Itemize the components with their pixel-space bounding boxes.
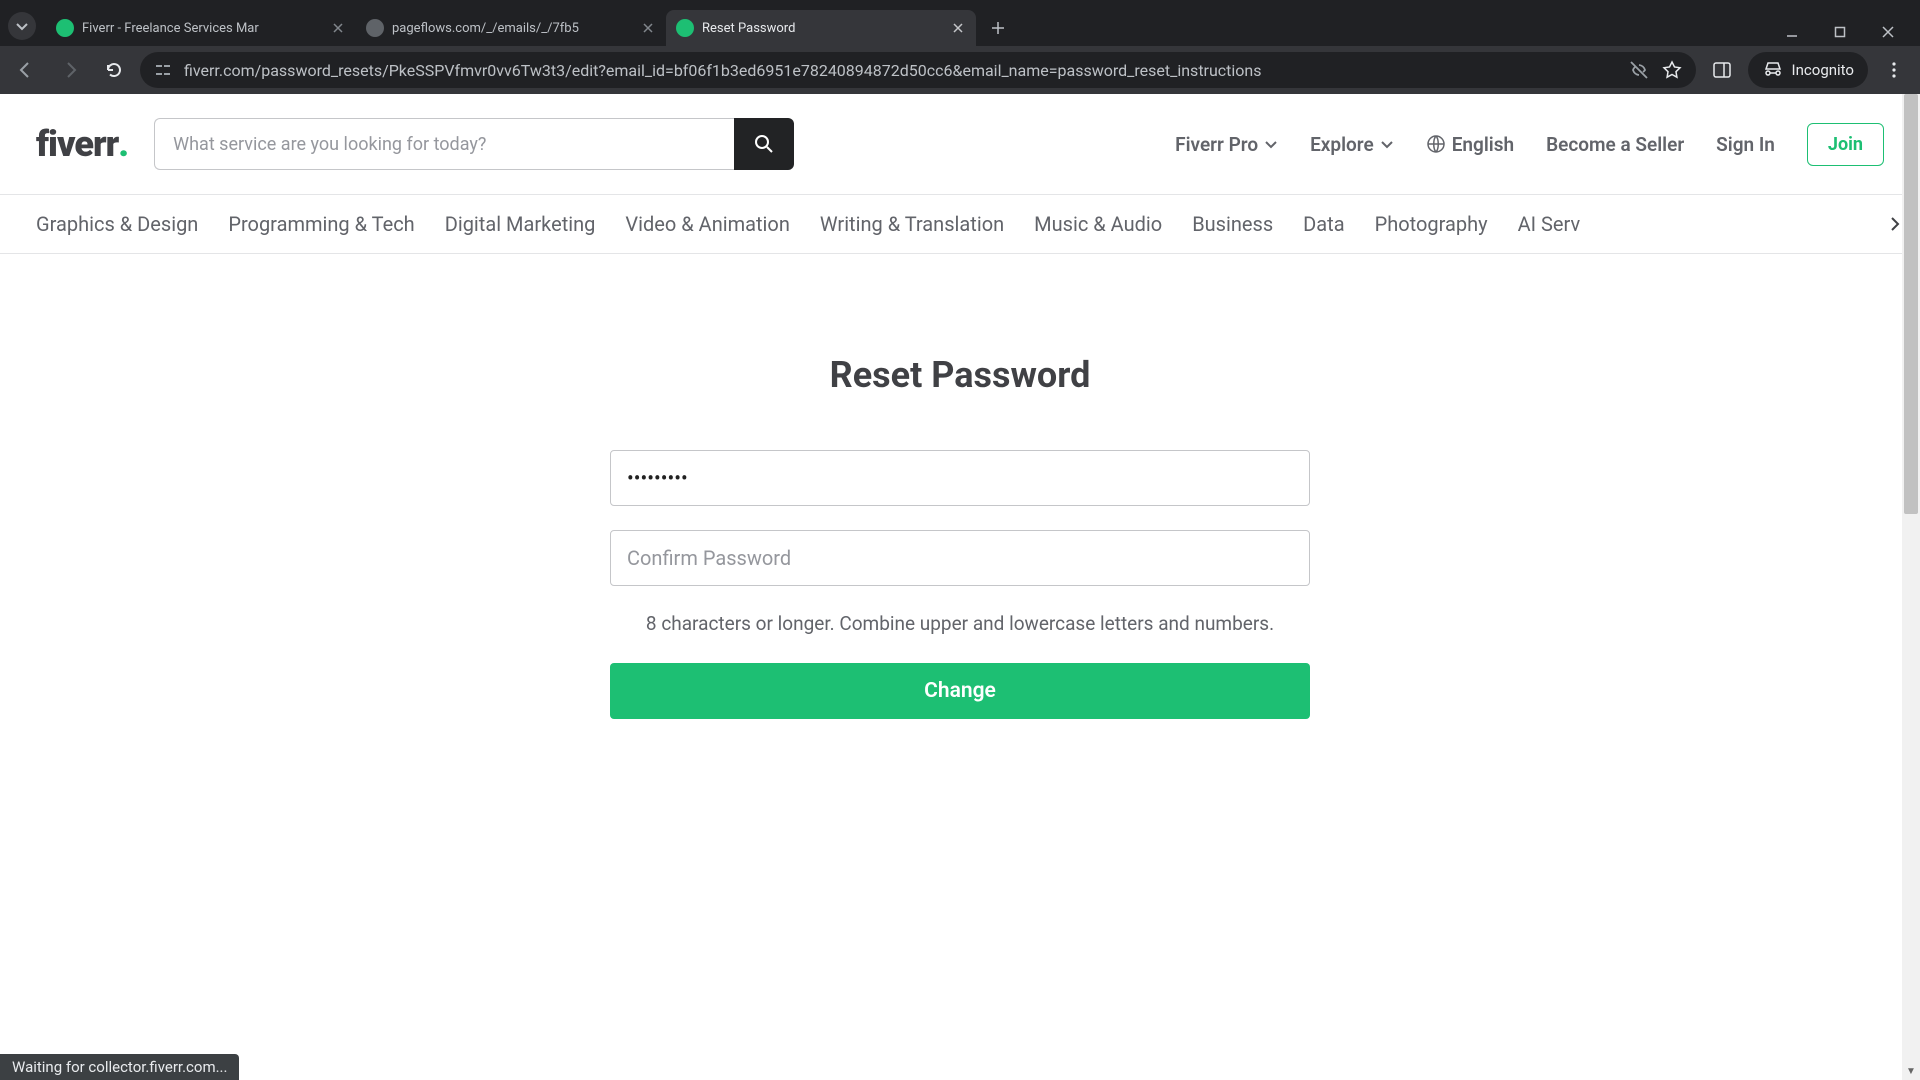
search-form bbox=[154, 118, 794, 170]
panel-icon bbox=[1712, 60, 1732, 80]
browser-tab-active[interactable]: Reset Password bbox=[666, 10, 976, 46]
close-icon bbox=[643, 23, 653, 33]
explore-label: Explore bbox=[1310, 133, 1374, 156]
close-icon bbox=[1882, 26, 1894, 38]
fiverr-pro-menu[interactable]: Fiverr Pro bbox=[1175, 133, 1278, 156]
search-input[interactable] bbox=[154, 118, 734, 170]
browser-menu-button[interactable] bbox=[1876, 52, 1912, 88]
search-button[interactable] bbox=[734, 118, 794, 170]
favicon-fiverr-icon bbox=[676, 19, 694, 37]
tab-strip: Fiverr - Freelance Services Mar pageflow… bbox=[0, 0, 1920, 46]
tab-search-button[interactable] bbox=[8, 12, 36, 40]
url-text: fiverr.com/password_resets/PkeSSPVfmvr0v… bbox=[184, 61, 1616, 80]
password-hint: 8 characters or longer. Combine upper an… bbox=[646, 612, 1274, 635]
incognito-indicator[interactable]: Incognito bbox=[1748, 52, 1868, 88]
category-link[interactable]: Video & Animation bbox=[625, 212, 789, 236]
incognito-label: Incognito bbox=[1792, 61, 1854, 79]
category-link[interactable]: Digital Marketing bbox=[445, 212, 596, 236]
minimize-button[interactable] bbox=[1782, 26, 1802, 38]
language-selector[interactable]: English bbox=[1426, 133, 1514, 156]
logo-text: fiverr bbox=[36, 123, 118, 165]
favicon-pageflows-icon bbox=[366, 19, 384, 37]
favicon-fiverr-icon bbox=[56, 19, 74, 37]
close-icon bbox=[333, 23, 343, 33]
tab-title: pageflows.com/_/emails/_/7fb5 bbox=[392, 21, 632, 36]
site-header: fiverr. Fiverr Pro Explore English Becom… bbox=[0, 94, 1920, 194]
header-actions: Fiverr Pro Explore English Become a Sell… bbox=[1175, 123, 1884, 166]
maximize-button[interactable] bbox=[1830, 26, 1850, 38]
fiverr-pro-label: Fiverr Pro bbox=[1175, 133, 1258, 156]
reload-icon bbox=[104, 60, 124, 80]
join-button[interactable]: Join bbox=[1807, 123, 1884, 166]
sign-in-link[interactable]: Sign In bbox=[1716, 133, 1775, 156]
tab-close-button[interactable] bbox=[640, 20, 656, 36]
browser-status-bar: Waiting for collector.fiverr.com... bbox=[0, 1054, 239, 1080]
page-content: fiverr. Fiverr Pro Explore English Becom… bbox=[0, 94, 1920, 1080]
join-label: Join bbox=[1828, 134, 1863, 155]
new-tab-button[interactable] bbox=[984, 14, 1012, 42]
tab-title: Fiverr - Freelance Services Mar bbox=[82, 21, 322, 36]
back-button[interactable] bbox=[8, 52, 44, 88]
category-link[interactable]: Programming & Tech bbox=[228, 212, 414, 236]
explore-menu[interactable]: Explore bbox=[1310, 133, 1394, 156]
password-input[interactable] bbox=[610, 450, 1310, 506]
close-icon bbox=[953, 23, 963, 33]
page-title: Reset Password bbox=[830, 354, 1091, 396]
bookmark-star-icon[interactable] bbox=[1662, 60, 1682, 80]
vertical-scrollbar[interactable]: ▲ ▼ bbox=[1902, 94, 1920, 1080]
scrollbar-thumb[interactable] bbox=[1904, 94, 1918, 514]
category-bar: Graphics & Design Programming & Tech Dig… bbox=[0, 194, 1920, 254]
tab-title: Reset Password bbox=[702, 21, 942, 36]
category-link[interactable]: AI Serv bbox=[1518, 212, 1581, 236]
minimize-icon bbox=[1786, 26, 1798, 38]
scroll-down-arrow[interactable]: ▼ bbox=[1902, 1062, 1920, 1080]
maximize-icon bbox=[1834, 26, 1846, 38]
tab-close-button[interactable] bbox=[950, 20, 966, 36]
fiverr-logo[interactable]: fiverr. bbox=[36, 123, 128, 165]
browser-toolbar: fiverr.com/password_resets/PkeSSPVfmvr0v… bbox=[0, 46, 1920, 94]
confirm-password-input[interactable] bbox=[610, 530, 1310, 586]
browser-tab[interactable]: Fiverr - Freelance Services Mar bbox=[46, 10, 356, 46]
globe-icon bbox=[1426, 134, 1446, 154]
forward-button[interactable] bbox=[52, 52, 88, 88]
chevron-down-icon bbox=[1264, 137, 1278, 151]
incognito-icon bbox=[1762, 59, 1784, 81]
logo-dot: . bbox=[118, 123, 128, 165]
tab-close-button[interactable] bbox=[330, 20, 346, 36]
sign-in-label: Sign In bbox=[1716, 133, 1775, 156]
site-settings-icon bbox=[154, 61, 172, 79]
close-window-button[interactable] bbox=[1878, 26, 1898, 38]
eye-off-icon[interactable] bbox=[1628, 59, 1650, 81]
chevron-down-icon bbox=[1380, 137, 1394, 151]
category-link[interactable]: Data bbox=[1303, 212, 1344, 236]
browser-chrome: Fiverr - Freelance Services Mar pageflow… bbox=[0, 0, 1920, 94]
search-icon bbox=[753, 133, 775, 155]
arrow-right-icon bbox=[60, 60, 80, 80]
category-link[interactable]: Music & Audio bbox=[1034, 212, 1162, 236]
become-seller-link[interactable]: Become a Seller bbox=[1546, 133, 1684, 156]
become-seller-label: Become a Seller bbox=[1546, 133, 1684, 156]
change-password-button[interactable]: Change bbox=[610, 663, 1310, 719]
category-link[interactable]: Graphics & Design bbox=[36, 212, 198, 236]
kebab-menu-icon bbox=[1885, 61, 1903, 79]
language-label: English bbox=[1452, 133, 1514, 156]
address-bar[interactable]: fiverr.com/password_resets/PkeSSPVfmvr0v… bbox=[140, 52, 1696, 88]
window-controls bbox=[1782, 26, 1912, 38]
side-panel-button[interactable] bbox=[1704, 52, 1740, 88]
reset-password-form: Reset Password 8 characters or longer. C… bbox=[0, 254, 1920, 719]
reload-button[interactable] bbox=[96, 52, 132, 88]
browser-tab[interactable]: pageflows.com/_/emails/_/7fb5 bbox=[356, 10, 666, 46]
arrow-left-icon bbox=[16, 60, 36, 80]
category-link[interactable]: Writing & Translation bbox=[820, 212, 1004, 236]
category-link[interactable]: Business bbox=[1192, 212, 1273, 236]
plus-icon bbox=[991, 21, 1005, 35]
chevron-down-icon bbox=[16, 20, 28, 32]
category-link[interactable]: Photography bbox=[1375, 212, 1488, 236]
